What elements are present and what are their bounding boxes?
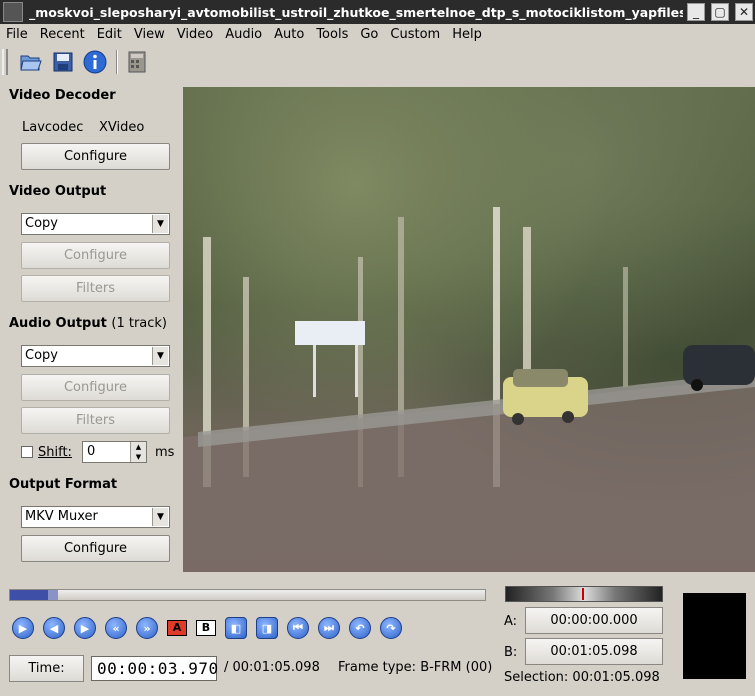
first-frame-icon[interactable]: ⏮: [287, 617, 309, 639]
calculator-icon[interactable]: [124, 49, 150, 75]
selection-duration: Selection: 00:01:05.098: [504, 670, 660, 685]
menu-video[interactable]: Video: [171, 27, 219, 42]
go-to-marker-a-icon[interactable]: ↶: [349, 617, 371, 639]
volume-meter: [505, 586, 663, 602]
audio-track-count: (1 track): [111, 316, 168, 331]
maximize-button[interactable]: ▢: [711, 3, 729, 21]
toolbar-separator: [116, 50, 118, 74]
info-icon[interactable]: [82, 49, 108, 75]
timeline-slider[interactable]: [9, 589, 486, 601]
video-frame-image: [183, 207, 755, 572]
save-icon[interactable]: [50, 49, 76, 75]
menu-audio[interactable]: Audio: [219, 27, 268, 42]
output-format-select[interactable]: MKV Muxer ▼: [21, 506, 170, 528]
app-icon[interactable]: [3, 2, 23, 22]
audio-configure-button[interactable]: Configure: [21, 374, 170, 401]
menu-auto[interactable]: Auto: [268, 27, 310, 42]
shift-value: 0: [86, 444, 96, 459]
navigation-toolbar: ▶ ◀ ▶ « » A B ◧ ◨ ⏮ ⏭ ↶ ↷: [12, 616, 411, 640]
menu-bar: File Recent Edit View Video Audio Auto T…: [0, 24, 755, 45]
timeline-handle[interactable]: [48, 590, 58, 600]
video-configure-button[interactable]: Configure: [21, 242, 170, 269]
current-time-field[interactable]: 00:00:03.970: [91, 656, 218, 681]
chevron-down-icon[interactable]: ▼: [152, 508, 168, 526]
window-title: _moskvoi_sleposharyi_avtomobilist_ustroi…: [29, 4, 683, 20]
previous-frame-icon[interactable]: ◀: [43, 617, 65, 639]
minimize-button[interactable]: _: [687, 3, 705, 21]
marker-a-time[interactable]: 00:00:00.000: [525, 607, 663, 634]
set-marker-b-button[interactable]: B: [196, 617, 216, 639]
marker-a-label: A:: [504, 614, 518, 629]
volume-marker: [582, 588, 584, 600]
xvideo-label: XVideo: [99, 120, 145, 135]
previous-keyframe-icon[interactable]: «: [105, 617, 127, 639]
decoder-configure-button[interactable]: Configure: [21, 143, 170, 170]
menu-edit[interactable]: Edit: [91, 27, 128, 42]
video-output-value: Copy: [25, 216, 58, 231]
menu-go[interactable]: Go: [354, 27, 384, 42]
audio-filters-button[interactable]: Filters: [21, 407, 170, 434]
menu-custom[interactable]: Custom: [384, 27, 446, 42]
chevron-down-icon[interactable]: ▼: [152, 347, 168, 365]
marker-b-icon: B: [196, 620, 216, 636]
video-filters-button[interactable]: Filters: [21, 275, 170, 302]
audio-output-title: Audio Output (1 track): [9, 316, 167, 331]
toolbar-grip[interactable]: [2, 49, 8, 75]
toolbar: [0, 46, 755, 78]
play-icon[interactable]: ▶: [12, 617, 34, 639]
output-format-title: Output Format: [9, 477, 118, 492]
format-configure-button[interactable]: Configure: [21, 535, 170, 562]
menu-file[interactable]: File: [0, 27, 34, 42]
shift-spinbox[interactable]: 0 ▲ ▼: [81, 441, 147, 463]
menu-help[interactable]: Help: [446, 27, 488, 42]
marker-b-time[interactable]: 00:01:05.098: [525, 638, 663, 665]
menu-recent[interactable]: Recent: [34, 27, 91, 42]
marker-a-icon: A: [167, 620, 187, 636]
marker-b-label: B:: [504, 645, 518, 660]
time-button[interactable]: Time:: [9, 655, 84, 682]
close-button[interactable]: ✕: [735, 3, 753, 21]
timeline-progress: [10, 590, 48, 600]
menu-view[interactable]: View: [128, 27, 171, 42]
total-duration: / 00:01:05.098: [224, 660, 320, 675]
shift-checkbox[interactable]: [21, 446, 33, 458]
spin-arrows-icon[interactable]: ▲ ▼: [129, 442, 146, 462]
video-output-title: Video Output: [9, 184, 107, 199]
menu-tools[interactable]: Tools: [310, 27, 354, 42]
audio-output-select[interactable]: Copy ▼: [21, 345, 170, 367]
go-to-marker-b-icon[interactable]: ↷: [380, 617, 402, 639]
chevron-down-icon[interactable]: ▼: [152, 215, 168, 233]
set-marker-a-button[interactable]: A: [167, 617, 187, 639]
output-format-value: MKV Muxer: [25, 509, 98, 524]
audio-output-value: Copy: [25, 348, 58, 363]
frame-type: Frame type: B-FRM (00): [338, 660, 493, 675]
video-preview: [183, 87, 755, 572]
next-keyframe-icon[interactable]: »: [136, 617, 158, 639]
audio-output-title-text: Audio Output: [9, 316, 107, 331]
shift-row: Shift: 0 ▲ ▼ ms: [21, 441, 174, 463]
title-bar: _moskvoi_sleposharyi_avtomobilist_ustroi…: [0, 0, 755, 24]
next-frame-icon[interactable]: ▶: [74, 617, 96, 639]
next-black-frame-icon[interactable]: ◨: [256, 617, 278, 639]
last-frame-icon[interactable]: ⏭: [318, 617, 340, 639]
decoder-name: Lavcodec: [22, 120, 84, 135]
shift-unit: ms: [154, 444, 175, 460]
video-output-select[interactable]: Copy ▼: [21, 213, 170, 235]
shift-label: Shift:: [38, 444, 72, 460]
previous-black-frame-icon[interactable]: ◧: [225, 617, 247, 639]
open-folder-icon[interactable]: [18, 49, 44, 75]
video-decoder-title: Video Decoder: [9, 88, 116, 103]
thumbnail-preview: [683, 593, 746, 679]
